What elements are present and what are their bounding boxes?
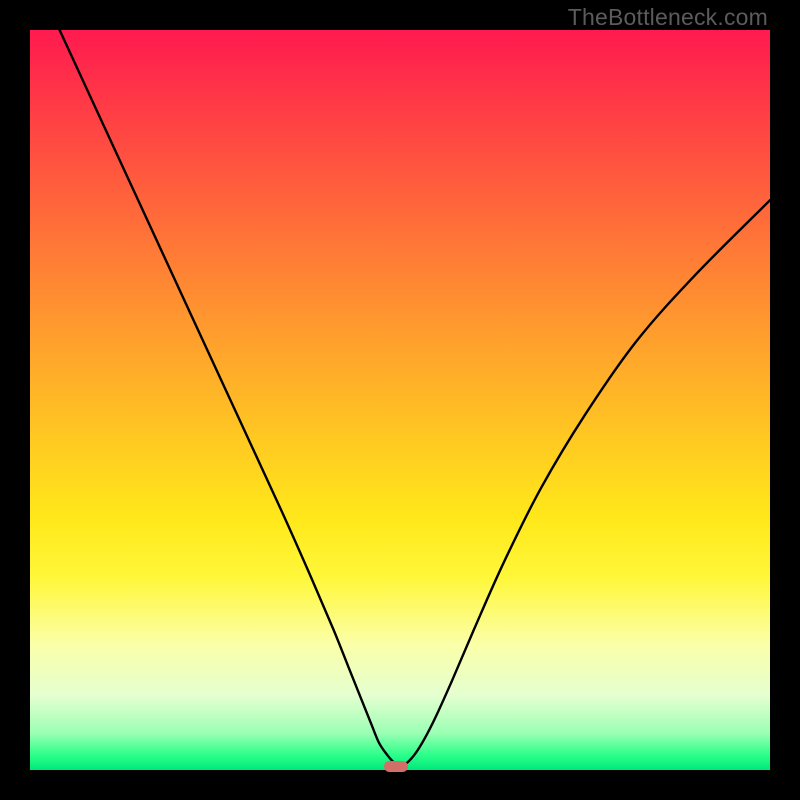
min-marker bbox=[384, 761, 408, 772]
chart-frame: TheBottleneck.com bbox=[0, 0, 800, 800]
bottleneck-curve bbox=[30, 30, 770, 770]
plot-area bbox=[30, 30, 770, 770]
watermark-label: TheBottleneck.com bbox=[568, 4, 768, 31]
